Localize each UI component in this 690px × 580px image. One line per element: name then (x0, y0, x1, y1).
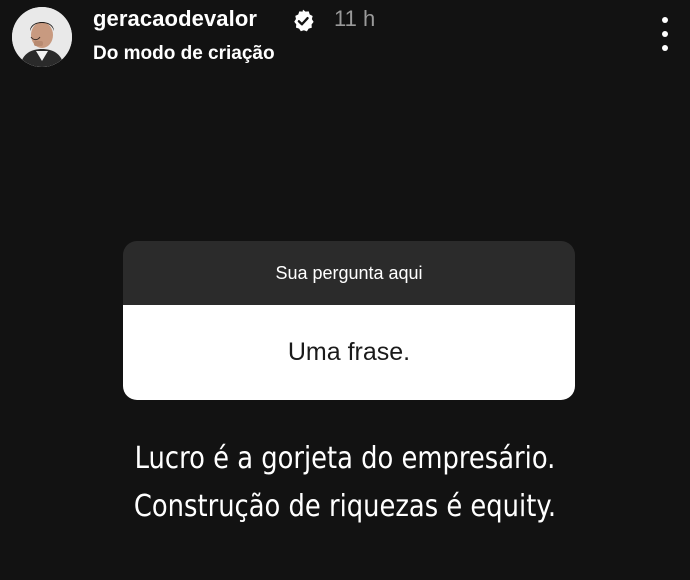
question-answer: Uma frase. (123, 305, 575, 400)
menu-dot (662, 17, 668, 23)
more-vertical-icon[interactable] (655, 17, 675, 51)
menu-dot (662, 31, 668, 37)
username[interactable]: geracaodevalor (93, 6, 257, 32)
profile-avatar[interactable] (12, 7, 72, 67)
menu-dot (662, 45, 668, 51)
story-caption: Lucro é a gorjeta do empresário. Constru… (48, 435, 641, 531)
question-sticker[interactable]: Sua pergunta aqui Uma frase. (123, 241, 575, 400)
story-subtitle[interactable]: Do modo de criação (93, 43, 275, 65)
verified-badge-icon (294, 9, 314, 32)
story-viewer: geracaodevalor 11 h Do modo de criação S… (0, 0, 690, 580)
avatar-photo (12, 7, 72, 67)
post-time: 11 h (334, 6, 376, 31)
question-prompt: Sua pergunta aqui (123, 241, 575, 305)
caption-line-1: Lucro é a gorjeta do empresário. (134, 441, 556, 476)
caption-line-2: Construção de riquezas é equity. (133, 489, 557, 524)
story-header: geracaodevalor 11 h Do modo de criação (0, 0, 690, 80)
